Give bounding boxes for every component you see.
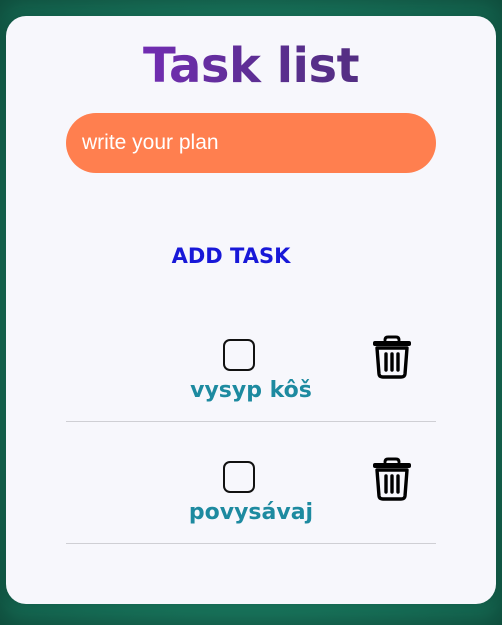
task-checkbox[interactable] xyxy=(223,461,255,493)
task-card: Task list ADD TASK vysyp kôš xyxy=(6,16,496,604)
delete-task-button[interactable] xyxy=(370,456,414,502)
add-task-button[interactable]: ADD TASK xyxy=(136,236,326,276)
task-label: vysyp kôš xyxy=(190,378,312,403)
task-item: povysávaj xyxy=(66,422,436,544)
task-checkbox[interactable] xyxy=(223,339,255,371)
trash-icon xyxy=(373,335,411,379)
page-title: Task list xyxy=(6,38,496,94)
task-input[interactable] xyxy=(66,113,436,173)
trash-icon xyxy=(373,457,411,501)
delete-task-button[interactable] xyxy=(370,334,414,380)
task-item: vysyp kôš xyxy=(66,300,436,422)
task-label: povysávaj xyxy=(188,500,314,525)
